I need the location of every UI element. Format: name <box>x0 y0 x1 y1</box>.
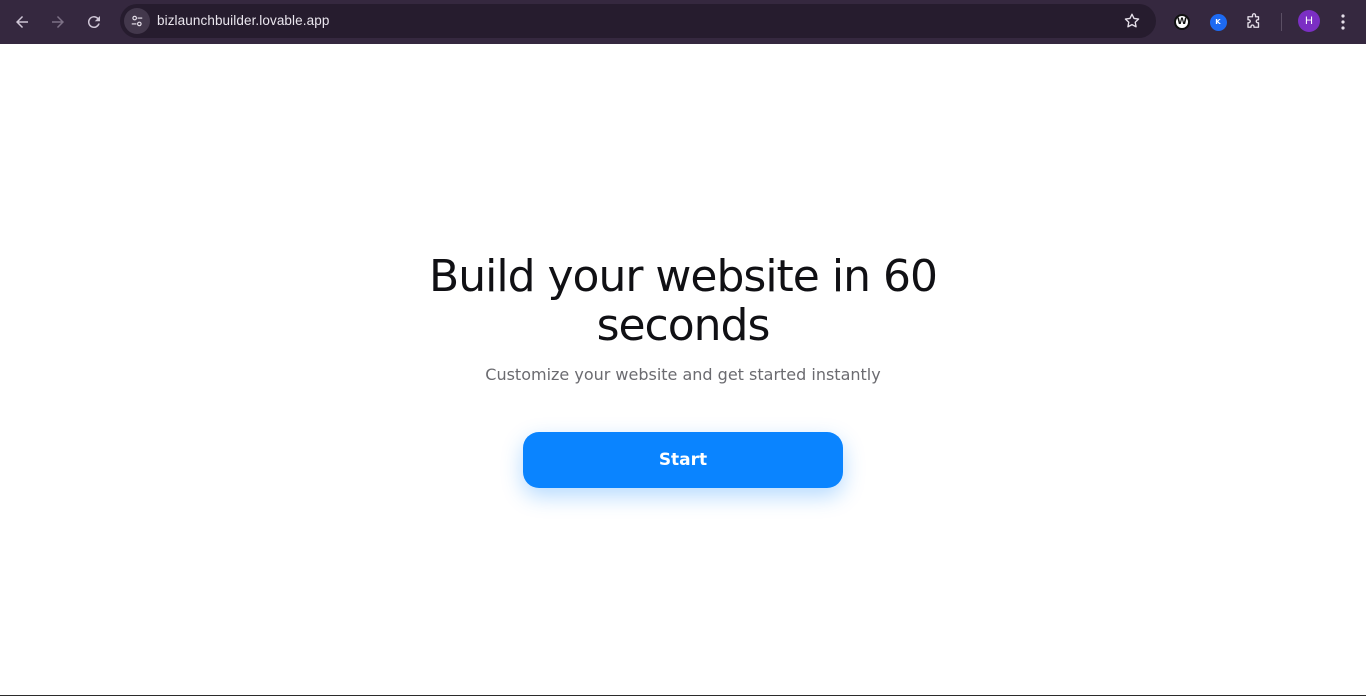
toolbar-divider <box>1281 13 1282 31</box>
w-extension-button[interactable]: W <box>1170 10 1194 34</box>
blue-extension-button[interactable]: K <box>1206 10 1230 34</box>
more-vertical-icon <box>1341 14 1345 30</box>
profile-avatar[interactable]: H <box>1298 10 1320 32</box>
extensions-button[interactable] <box>1242 10 1266 34</box>
browser-toolbar: bizlaunchbuilder.lovable.app W K H <box>0 0 1366 44</box>
puzzle-icon <box>1247 13 1260 28</box>
forward-button[interactable] <box>42 6 74 38</box>
page-content: Build your website in 60 seconds Customi… <box>0 44 1366 696</box>
reload-icon <box>87 16 100 29</box>
address-bar[interactable]: bizlaunchbuilder.lovable.app <box>120 4 1156 38</box>
bookmark-star-icon[interactable] <box>1122 11 1142 31</box>
start-button[interactable]: Start <box>523 432 843 488</box>
browser-menu-button[interactable] <box>1333 10 1353 34</box>
arrow-left-icon <box>16 16 28 28</box>
hero-section: Build your website in 60 seconds Customi… <box>0 252 1366 384</box>
hero-title: Build your website in 60 seconds <box>429 251 938 351</box>
reload-button[interactable] <box>78 6 110 38</box>
back-button[interactable] <box>6 6 38 38</box>
site-info-button[interactable] <box>124 8 150 34</box>
blue-extension-icon: K <box>1209 13 1227 31</box>
hero-subtitle: Customize your website and get started i… <box>485 365 881 384</box>
w-extension-icon: W <box>1174 14 1190 30</box>
arrow-right-icon <box>52 16 64 28</box>
url-text[interactable]: bizlaunchbuilder.lovable.app <box>157 13 329 28</box>
tune-icon <box>131 15 143 27</box>
